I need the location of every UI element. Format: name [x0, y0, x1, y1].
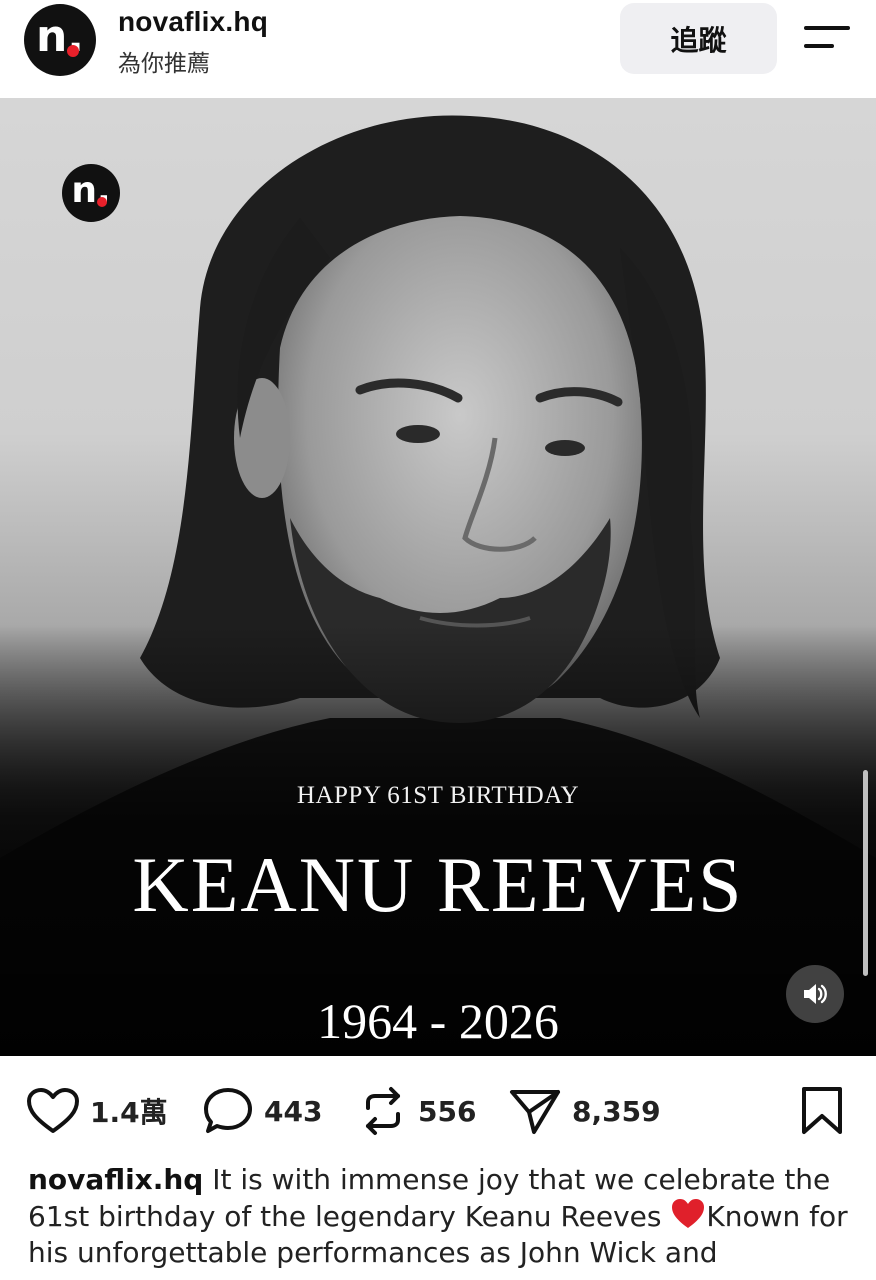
bookmark-icon: [802, 1087, 842, 1134]
follow-button[interactable]: 追蹤: [620, 3, 777, 74]
like-count: 1.4萬: [90, 1096, 168, 1129]
send-icon: [510, 1090, 560, 1134]
comment-count: 443: [264, 1094, 323, 1128]
username[interactable]: novaflix.hq: [118, 6, 268, 38]
repost-count: 556: [418, 1094, 477, 1128]
post-header: n. novaflix.hq 為你推薦 追蹤: [0, 0, 876, 98]
comment-button[interactable]: 443: [202, 1076, 322, 1146]
years-line: 1964 - 2026: [317, 993, 559, 1049]
recommended-label: 為你推薦: [118, 51, 210, 77]
birthday-line: HAPPY 61ST BIRTHDAY: [296, 782, 580, 809]
brand-logo-dot: [97, 197, 107, 207]
action-bar: 1.4萬 443 556 8,359: [0, 1076, 876, 1146]
scrollbar[interactable]: [863, 770, 868, 976]
red-heart-emoji-icon: [672, 1199, 705, 1228]
share-count: 8,359: [572, 1094, 661, 1128]
menu-icon[interactable]: [802, 24, 850, 54]
avatar-logo-letter: n.: [35, 11, 85, 62]
speaker-icon: [804, 984, 827, 1004]
brand-logo-letter: n.: [71, 169, 111, 211]
post-image[interactable]: n. HAPPY 61ST BIRTHDAY KEANU REEVES 1964…: [0, 98, 876, 1056]
sound-button[interactable]: [786, 965, 844, 1023]
repost-icon: [366, 1087, 400, 1135]
comment-icon: [204, 1088, 252, 1133]
repost-button[interactable]: 556: [358, 1076, 476, 1146]
avatar[interactable]: n.: [24, 4, 96, 76]
like-button[interactable]: 1.4萬: [26, 1076, 168, 1146]
post-caption: novaflix.hq It is with immense joy that …: [28, 1162, 858, 1271]
brand-logo: n.: [62, 164, 120, 222]
bookmark-button[interactable]: [800, 1086, 844, 1141]
celebrity-name: KEANU REEVES: [132, 841, 744, 928]
caption-username[interactable]: novaflix.hq: [28, 1163, 203, 1196]
share-button[interactable]: 8,359: [508, 1076, 661, 1146]
heart-icon: [27, 1088, 79, 1133]
avatar-logo-dot: [67, 45, 79, 57]
